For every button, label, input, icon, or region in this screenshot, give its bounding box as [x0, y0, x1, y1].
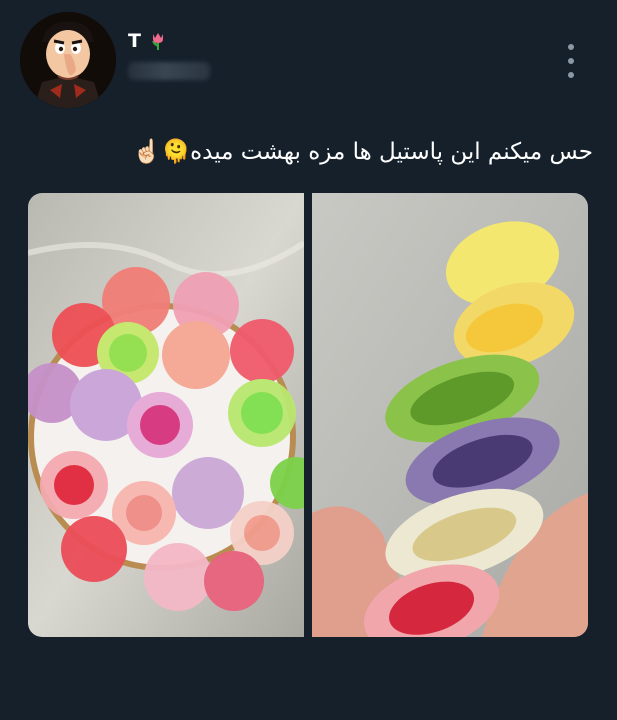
avatar[interactable]: [20, 12, 116, 108]
candy-bowl-photo: [28, 193, 304, 637]
candy-stack-photo: [312, 193, 588, 637]
tulip-icon: [151, 33, 163, 50]
more-vertical-icon: [568, 44, 574, 50]
photo-candy-bowl[interactable]: [28, 193, 304, 637]
author-display-name: T: [128, 30, 141, 52]
cartoon-avatar-icon: [20, 12, 116, 108]
photo-candy-stack[interactable]: [312, 193, 588, 637]
media-grid: [28, 193, 588, 637]
tweet-text: حس میکنم این پاستیل ها مزه بهشت میده🫠☝🏻: [132, 139, 593, 165]
tweet: T حس میکنم این پاستیل ها مزه بهشت میده🫠☝…: [0, 0, 617, 720]
author-handle-blurred[interactable]: [128, 62, 210, 80]
author-name[interactable]: T: [128, 30, 169, 52]
more-options-button[interactable]: [562, 44, 580, 78]
